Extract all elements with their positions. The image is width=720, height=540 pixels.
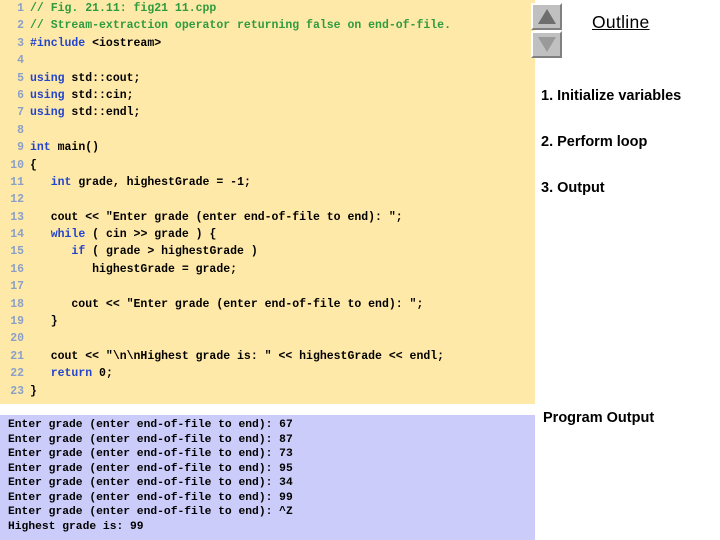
output-line: Enter grade (enter end-of-file to end): … <box>8 477 293 489</box>
code-line-number: 11 <box>10 175 24 189</box>
outline-item-perform-loop: 2. Perform loop <box>541 134 648 150</box>
code-token: // Fig. 21.11: fig21 11.cpp <box>30 2 217 15</box>
code-line: 17 <box>0 278 535 295</box>
code-line: 6 using std::cin; <box>0 87 535 104</box>
code-token: using <box>30 71 65 85</box>
code-token: 0; <box>92 367 113 381</box>
code-line-number: 14 <box>10 228 24 242</box>
code-line-number: 5 <box>17 71 24 85</box>
code-token: cout << "Enter grade (enter end-of-file … <box>30 210 403 224</box>
code-line-number: 7 <box>17 106 24 120</box>
code-line-number: 4 <box>17 54 24 68</box>
triangle-up-icon <box>537 9 556 24</box>
code-token: cout << "\n\nHighest grade is: " << high… <box>30 349 445 363</box>
code-line: 18 cout << "Enter grade (enter end-of-fi… <box>0 296 535 313</box>
code-token: std::cout; <box>64 71 141 85</box>
triangle-down-icon <box>537 37 556 52</box>
code-token: std::endl; <box>64 106 141 120</box>
code-line-number: 22 <box>10 367 24 381</box>
code-line: 11 int grade, highestGrade = -1; <box>0 174 535 191</box>
code-token: using <box>30 106 65 120</box>
code-token: highestGrade = grade; <box>30 262 238 276</box>
code-token: { <box>30 158 37 172</box>
code-token: } <box>30 315 58 329</box>
code-token: int <box>30 141 51 155</box>
code-token: return <box>50 367 93 381</box>
code-token: std::cin; <box>64 88 134 102</box>
outline-item-initialize-variables: 1. Initialize variables <box>541 88 682 104</box>
code-line: 1 // Fig. 21.11: fig21 11.cpp <box>0 0 535 17</box>
code-line-number: 16 <box>10 262 24 276</box>
code-token: while <box>50 228 86 242</box>
code-line-number: 13 <box>10 210 24 224</box>
outline-heading: Outline <box>592 12 650 32</box>
code-listing-panel: 1 // Fig. 21.11: fig21 11.cpp 2 // Stream-e… <box>0 0 535 404</box>
code-line: 21 cout << "\n\nHighest grade is: " << h… <box>0 348 535 365</box>
output-line: Enter grade (enter end-of-file to end): … <box>8 433 293 446</box>
code-line: 5 using std::cout; <box>0 70 535 87</box>
code-line-number: 19 <box>10 315 24 329</box>
scroll-down-button[interactable] <box>531 31 562 58</box>
code-line: 19 } <box>0 313 535 330</box>
code-line: 22 return 0; <box>0 365 535 382</box>
output-line: Enter grade (enter end-of-file to end): … <box>8 419 293 431</box>
code-line-number: 9 <box>17 141 24 155</box>
output-line: Enter grade (enter end-of-file to end): … <box>8 462 293 475</box>
code-line-number: 21 <box>10 349 24 363</box>
code-line: 23} <box>0 383 535 400</box>
code-line-number: 23 <box>10 384 24 398</box>
code-line-number: 8 <box>17 123 24 137</box>
code-line-number: 20 <box>10 332 24 346</box>
code-token: main() <box>50 141 100 155</box>
code-line: 12 <box>0 191 535 208</box>
output-line: Highest grade is: 99 <box>8 520 144 533</box>
code-line: 3 #include <iostream> <box>0 35 535 52</box>
code-line: 13 cout << "Enter grade (enter end-of-fi… <box>0 209 535 226</box>
outline-item-output: 3. Output <box>541 180 605 196</box>
output-line: Enter grade (enter end-of-file to end): … <box>8 491 293 504</box>
code-token: using <box>30 88 65 102</box>
code-line: 16 highestGrade = grade; <box>0 261 535 278</box>
code-line-number: 3 <box>17 36 24 50</box>
code-line: 8 <box>0 122 535 139</box>
program-output-label: Program Output <box>543 410 655 426</box>
code-token: } <box>30 384 37 398</box>
output-line: Enter grade (enter end-of-file to end): … <box>8 448 293 460</box>
code-line: 10 { <box>0 157 535 174</box>
program-output-panel: Enter grade (enter end-of-file to end): … <box>0 415 535 540</box>
code-token: int <box>50 175 72 189</box>
scroll-button-group <box>531 3 563 59</box>
code-line-number: 12 <box>10 193 24 207</box>
code-line: 2 // Stream-extraction operator returning… <box>0 17 535 34</box>
code-line-number: 1 <box>17 2 24 15</box>
code-token: ( grade > highestGrade ) <box>85 245 258 259</box>
code-token: if <box>71 245 86 259</box>
code-line: 7 using std::endl; <box>0 104 535 121</box>
code-token: ( cin >> grade ) { <box>85 228 217 242</box>
code-line-number: 2 <box>17 19 24 33</box>
code-line-number: 18 <box>10 297 24 311</box>
code-line: 9 int main() <box>0 139 535 156</box>
code-token: // Stream-extraction operator returning … <box>30 19 451 33</box>
code-line-number: 17 <box>10 280 24 294</box>
code-token: <iostream> <box>85 36 162 50</box>
code-line: 4 <box>0 52 535 69</box>
code-line: 20 <box>0 330 535 347</box>
scroll-up-button[interactable] <box>531 3 562 30</box>
code-line-number: 6 <box>17 88 24 102</box>
code-line: 15 if ( grade > highestGrade ) <box>0 243 535 260</box>
code-line-number: 15 <box>10 245 24 259</box>
code-token: cout << "Enter grade (enter end-of-file … <box>30 297 424 311</box>
code-line: 14 while ( cin >> grade ) { <box>0 226 535 243</box>
output-line: Enter grade (enter end-of-file to end): … <box>8 506 293 518</box>
code-line-number: 10 <box>10 158 24 172</box>
code-token: grade, highestGrade = -1; <box>71 175 251 189</box>
code-token: #include <box>30 36 86 50</box>
right-sidebar: Outline 1. Initialize variables 2. Perfo… <box>531 0 720 540</box>
